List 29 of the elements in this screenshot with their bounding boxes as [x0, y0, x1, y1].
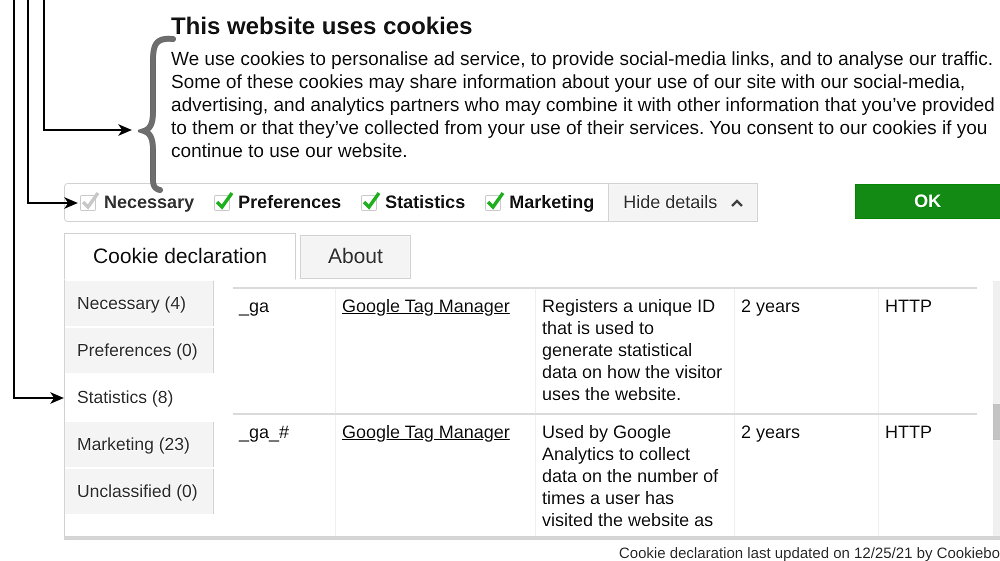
- table-cell-text: _ga_#: [239, 421, 290, 443]
- cookie-provider-link[interactable]: Google Tag Manager: [342, 296, 510, 316]
- checkbox[interactable]: [485, 194, 502, 210]
- banner-title: This website uses cookies: [171, 15, 474, 39]
- scrollbar-thumb[interactable]: [993, 404, 1000, 440]
- checkbox-label[interactable]: Marketing: [509, 189, 594, 216]
- tab[interactable]: About: [300, 235, 411, 279]
- checkbox-label[interactable]: Statistics: [385, 189, 466, 216]
- checkbox[interactable]: [214, 194, 230, 210]
- category-item[interactable]: Marketing (23): [65, 422, 214, 467]
- tab[interactable]: Cookie declaration: [64, 233, 296, 280]
- footer-note: Cookie declaration last updated on 12/25/21 by Cookiebo: [618, 546, 1000, 561]
- checkbox[interactable]: [361, 194, 378, 210]
- table-cell-text: 2 years: [741, 421, 802, 443]
- table-cell-text: HTTP: [885, 421, 933, 443]
- scrollbar[interactable]: [993, 281, 1000, 536]
- banner-text: We use cookies to personalise ad service, to provide social-media links, and to analyse our traffic. Some of these cookies may share information about your use of our site with our social-media, advertising, and analytics partners who may combine it with other information that you’ve provided to them or that they’ve collected from your use of their services. You consent to our cookies if you continue to use our website.: [171, 48, 996, 163]
- table-cell-text: Registers a unique ID that is used to generate statistical data on how the visitor uses the website.: [542, 295, 724, 405]
- category-item[interactable]: Necessary (4): [65, 281, 214, 326]
- table-cell-text: 2 years: [741, 295, 802, 317]
- ok-button[interactable]: OK: [855, 184, 1000, 219]
- checkbox-label[interactable]: Preferences: [238, 189, 342, 216]
- table-cell-text: Used by Google Analytics to collect data on the number of times a user has visited the website as: [542, 421, 720, 531]
- table-cell-text: _ga: [239, 295, 270, 317]
- category-item[interactable]: Unclassified (0): [65, 469, 214, 514]
- category-item[interactable]: Preferences (0): [65, 328, 214, 373]
- table-cell-text: HTTP: [885, 295, 933, 317]
- hide-details-button[interactable]: Hide details: [608, 184, 758, 221]
- cookie-provider-link[interactable]: Google Tag Manager: [342, 422, 510, 442]
